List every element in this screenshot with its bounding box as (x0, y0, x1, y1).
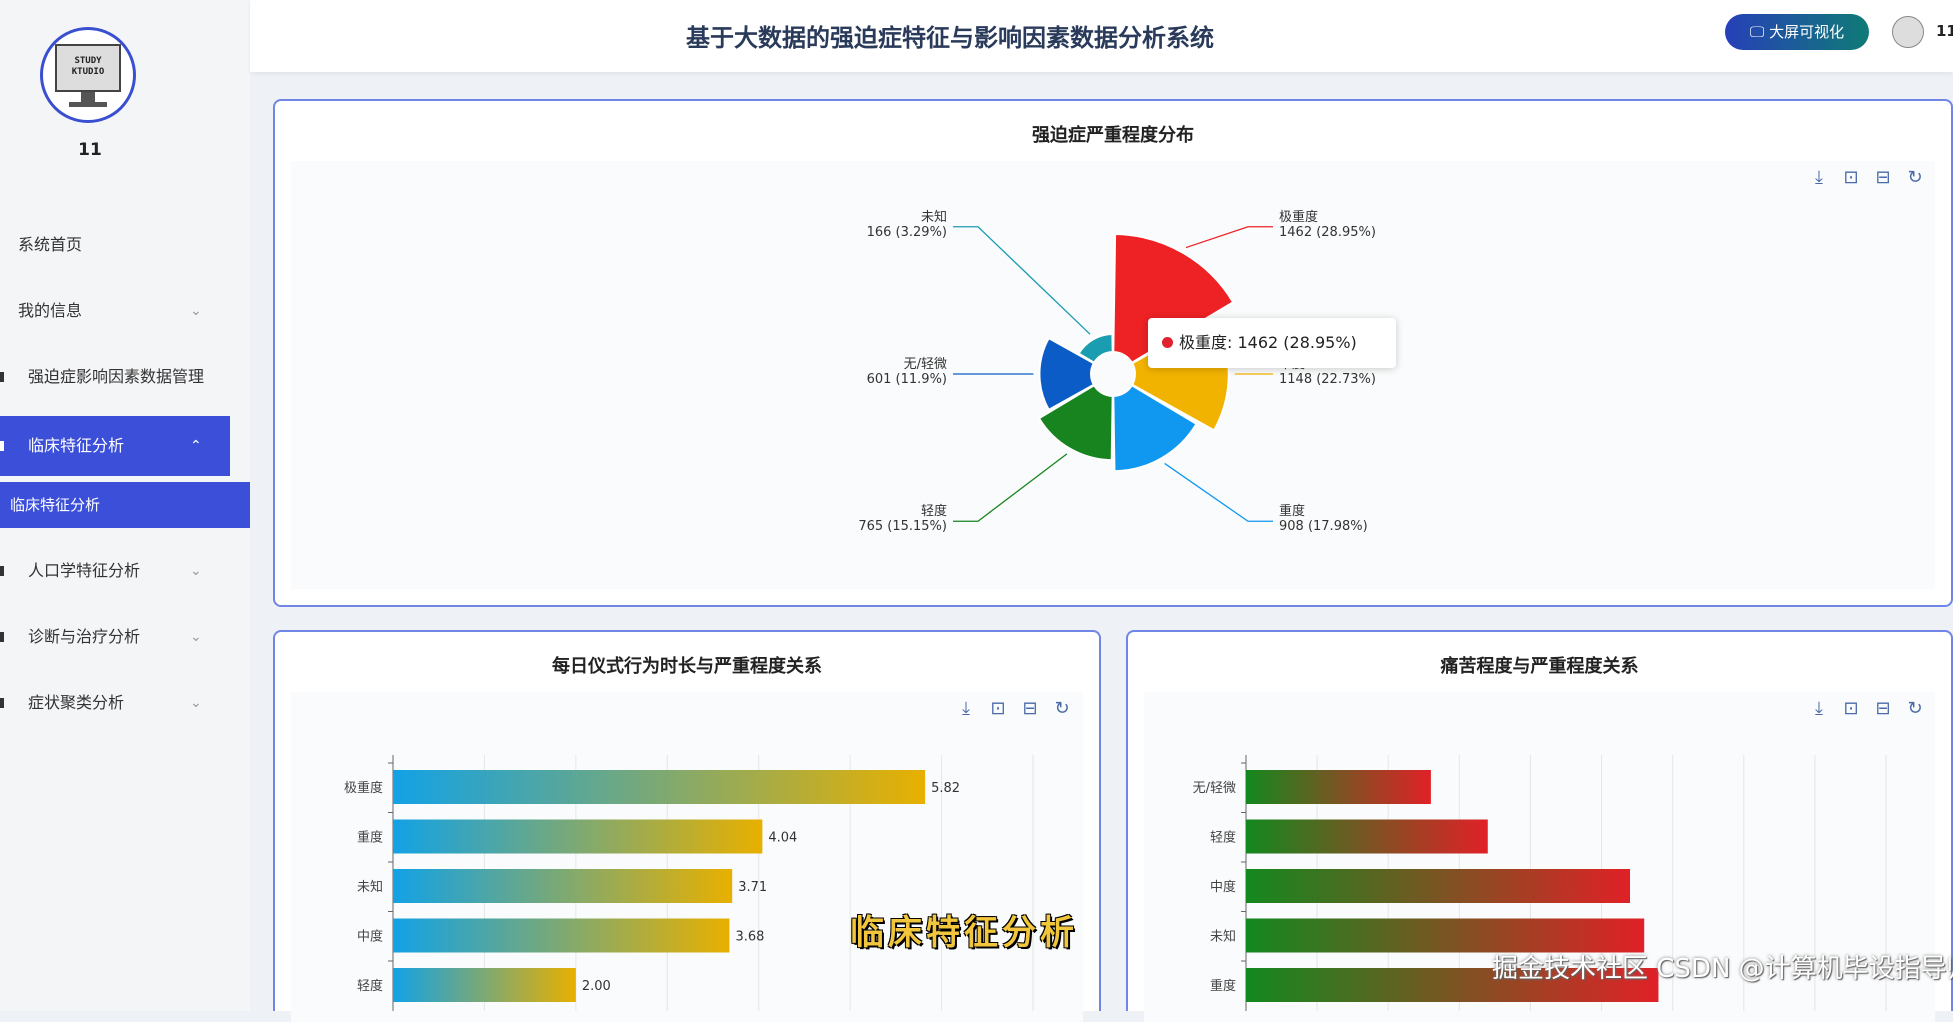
bar[interactable] (1246, 770, 1431, 804)
sidebar-item-label: 临床特征分析 (28, 436, 125, 455)
sidebar-item-clinical[interactable]: 临床特征分析 ⌃ (0, 416, 230, 476)
sidebar-item-label: 症状聚类分析 (28, 693, 125, 712)
sidebar-item-diagnosis[interactable]: 诊断与治疗分析 ⌄ (0, 604, 250, 670)
sidebar-item-data-management[interactable]: 强迫症影响因素数据管理 (0, 344, 250, 410)
bar[interactable] (393, 918, 730, 953)
y-tick-label: 重度 (1210, 978, 1236, 994)
pie-label-value: 765 (15.15%) (858, 519, 947, 534)
y-tick-label: 轻度 (1210, 830, 1236, 846)
watermark-text-2: 掘金技术社区 (1492, 954, 1649, 984)
big-screen-label: 大屏可视化 (1769, 23, 1845, 41)
chevron-down-icon: ⌄ (190, 563, 202, 579)
bar[interactable] (1246, 819, 1488, 854)
bar-value-label: 3.71 (738, 880, 767, 895)
rose-pie-chart: 极重度1462 (28.95%)中度1148 (22.73%)重度908 (17… (858, 209, 1376, 534)
bar[interactable] (393, 869, 733, 903)
sidebar-item-home[interactable]: 系统首页 (0, 212, 250, 278)
bar-value-label: 5.82 (931, 781, 960, 796)
bar[interactable] (393, 819, 763, 854)
y-tick-label: 无/轻微 (1193, 781, 1236, 796)
monitor-icon: 🖵 (1749, 23, 1770, 41)
sidebar-item-label: 诊断与治疗分析 (28, 627, 141, 646)
chevron-down-icon: ⌄ (190, 629, 202, 645)
bullet-icon (0, 632, 9, 642)
pie-label-line (1164, 462, 1273, 522)
bullet-icon (0, 372, 9, 382)
bullet-icon (0, 566, 9, 576)
pie-label-value: 601 (11.9%) (867, 372, 947, 387)
avatar[interactable]: STUDY KTUDIO (40, 27, 136, 123)
sidebar-subitem-label: 临床特征分析 (10, 496, 101, 514)
watermark-text: CSDN @计算机毕设指导师 (1656, 954, 1953, 984)
sidebar-item-label: 系统首页 (18, 235, 83, 254)
pie-label-name: 未知 (921, 209, 947, 225)
y-tick-label: 极重度 (344, 780, 383, 796)
bar[interactable] (393, 770, 926, 804)
pie-label-value: 1462 (28.95%) (1279, 225, 1376, 240)
bar-value-label: 2.00 (582, 979, 611, 994)
sidebar-item-label: 强迫症影响因素数据管理 (28, 367, 205, 386)
pie-label-line (953, 226, 1091, 335)
header: 基于大数据的强迫症特征与影响因素数据分析系统 🖵 大屏可视化 11 (250, 0, 1953, 72)
bullet-icon (0, 441, 9, 451)
header-username[interactable]: 11 (1936, 22, 1953, 40)
sidebar-item-clustering[interactable]: 症状聚类分析 ⌄ (0, 670, 250, 736)
pie-label-name: 无/轻微 (904, 357, 947, 372)
y-tick-label: 未知 (357, 879, 383, 895)
avatar-base (69, 102, 107, 107)
sidebar-menu: 系统首页 我的信息 ⌄ 强迫症影响因素数据管理 临床特征分析 ⌃ 临床特征分析 人口… (0, 212, 250, 736)
sidebar-item-label: 人口学特征分析 (28, 561, 141, 580)
sidebar-subitem-clinical[interactable]: 临床特征分析 (0, 482, 250, 528)
tooltip-dot (1162, 337, 1173, 348)
pie-label-name: 轻度 (921, 503, 947, 519)
bullet-icon (0, 698, 9, 708)
bar-value-label: 4.04 (768, 831, 797, 846)
sidebar-item-label: 我的信息 (18, 301, 83, 320)
pie-label-value: 1148 (22.73%) (1279, 372, 1376, 387)
big-screen-button[interactable]: 🖵 大屏可视化 (1725, 14, 1869, 50)
bar-value-label: 3.68 (735, 930, 764, 945)
watermark: 掘金技术社区 CSDN @计算机毕设指导师 (1492, 948, 1953, 985)
y-tick-label: 未知 (1210, 929, 1236, 945)
pie-label-value: 166 (3.29%) (867, 225, 947, 240)
bar[interactable] (393, 968, 576, 1002)
bar[interactable] (1246, 869, 1630, 903)
y-tick-label: 轻度 (357, 978, 383, 994)
sidebar-item-my-info[interactable]: 我的信息 ⌄ (0, 278, 250, 344)
chart-tooltip: 极重度: 1462 (28.95%) (1148, 318, 1396, 368)
pie-label-line (1185, 226, 1273, 249)
avatar-image: STUDY KTUDIO (55, 44, 121, 92)
y-tick-label: 重度 (357, 830, 383, 846)
chevron-down-icon: ⌄ (190, 303, 202, 319)
header-avatar[interactable] (1892, 16, 1924, 48)
sidebar-username: 11 (78, 140, 102, 160)
pie-label-value: 908 (17.98%) (1279, 519, 1368, 534)
pie-label-line (953, 453, 1068, 522)
chevron-up-icon: ⌃ (190, 438, 202, 454)
y-tick-label: 中度 (1210, 879, 1236, 895)
pie-label-name: 重度 (1279, 503, 1305, 519)
tooltip-text: 极重度: 1462 (28.95%) (1179, 333, 1357, 352)
sidebar-item-demographics[interactable]: 人口学特征分析 ⌄ (0, 538, 250, 604)
chevron-down-icon: ⌄ (190, 695, 202, 711)
pie-label-name: 极重度 (1279, 209, 1318, 225)
page-title: 基于大数据的强迫症特征与影响因素数据分析系统 (686, 24, 1214, 52)
y-tick-label: 中度 (357, 929, 383, 945)
sidebar: STUDY KTUDIO 11 系统首页 我的信息 ⌄ 强迫症影响因素数据管理 临床… (0, 0, 250, 1011)
video-caption: 临床特征分析 (850, 913, 1078, 953)
